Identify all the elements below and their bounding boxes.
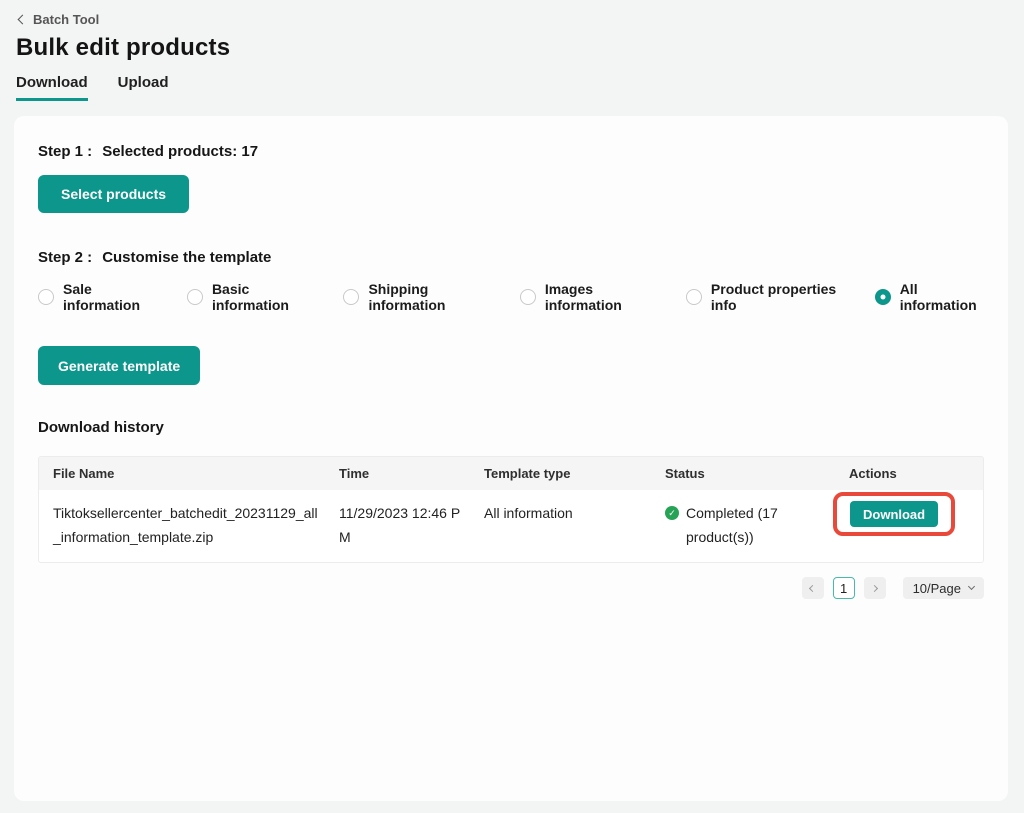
radio-sale-information[interactable]: Sale information [38, 281, 157, 313]
breadcrumb-back[interactable]: Batch Tool [19, 12, 99, 27]
cell-status: ✓ Completed (17 product(s)) [665, 490, 849, 562]
table-row: Tiktoksellercenter_batchedit_20231129_al… [39, 490, 983, 562]
breadcrumb-label: Batch Tool [33, 12, 99, 27]
template-options: Sale information Basic information Shipp… [38, 281, 984, 313]
page-header: Batch Tool Bulk edit products Download U… [0, 0, 1024, 101]
pagination-prev-button[interactable] [802, 577, 824, 599]
radio-all-information[interactable]: All information [875, 281, 984, 313]
tab-bar: Download Upload [16, 74, 1008, 101]
status-text: Completed (17 product(s)) [686, 501, 788, 549]
chevron-left-icon [18, 15, 28, 25]
radio-label: Basic information [212, 281, 314, 313]
status-success-check-icon: ✓ [665, 506, 679, 520]
radio-label: Images information [545, 281, 656, 313]
page-size-dropdown[interactable]: 10/Page [903, 577, 984, 599]
radio-icon [686, 289, 702, 305]
tab-upload[interactable]: Upload [118, 74, 169, 101]
cell-time: 11/29/2023 12:46 PM [339, 490, 484, 562]
radio-label: Sale information [63, 281, 157, 313]
radio-icon [875, 289, 891, 305]
pagination-next-button[interactable] [864, 577, 886, 599]
chevron-left-icon [809, 584, 816, 591]
radio-shipping-information[interactable]: Shipping information [343, 281, 489, 313]
column-file-name: File Name [53, 457, 339, 490]
chevron-right-icon [871, 584, 878, 591]
column-status: Status [665, 457, 849, 490]
radio-label: All information [900, 281, 984, 313]
radio-icon [520, 289, 536, 305]
radio-label: Shipping information [368, 281, 489, 313]
step1-title: Step 1 : Selected products: 17 [38, 143, 984, 160]
download-history-table: File Name Time Template type Status Acti… [38, 456, 984, 563]
select-products-button[interactable]: Select products [38, 175, 189, 213]
radio-icon [38, 289, 54, 305]
cell-actions: Download [849, 490, 971, 562]
cell-template-type: All information [484, 490, 665, 562]
step2-text: Customise the template [102, 249, 271, 266]
annotation-highlight-box: Download [833, 492, 955, 536]
page-title: Bulk edit products [16, 34, 1008, 62]
table-header-row: File Name Time Template type Status Acti… [39, 457, 983, 490]
radio-basic-information[interactable]: Basic information [187, 281, 314, 313]
step1-selected-count: Selected products: 17 [102, 143, 258, 160]
step1-label: Step 1 : [38, 143, 92, 160]
column-time: Time [339, 457, 484, 490]
pagination: 1 10/Page [38, 577, 984, 599]
column-template-type: Template type [484, 457, 665, 490]
radio-icon [343, 289, 359, 305]
step2-title: Step 2 : Customise the template [38, 249, 984, 266]
cell-file-name: Tiktoksellercenter_batchedit_20231129_al… [53, 490, 339, 562]
page-size-label: 10/Page [913, 581, 961, 596]
download-button[interactable]: Download [850, 501, 938, 527]
step2-label: Step 2 : [38, 249, 92, 266]
tab-download[interactable]: Download [16, 74, 88, 101]
pagination-page-1[interactable]: 1 [833, 577, 855, 599]
main-panel: Step 1 : Selected products: 17 Select pr… [14, 116, 1008, 801]
radio-images-information[interactable]: Images information [520, 281, 656, 313]
generate-template-button[interactable]: Generate template [38, 346, 200, 385]
radio-icon [187, 289, 203, 305]
chevron-down-icon [968, 583, 975, 590]
radio-label: Product properties info [711, 281, 845, 313]
download-history-title: Download history [38, 419, 984, 436]
column-actions: Actions [849, 457, 969, 490]
radio-product-properties-info[interactable]: Product properties info [686, 281, 845, 313]
